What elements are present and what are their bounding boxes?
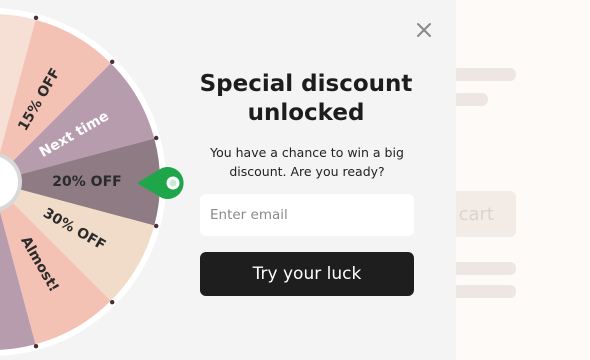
- popup-title-line2: unlocked: [247, 100, 365, 126]
- background-placeholder-bar: [452, 285, 516, 298]
- wheel-slice-label: 20% OFF: [52, 174, 121, 190]
- background-cart-label: cart: [458, 203, 494, 225]
- popup-subtitle: You have a chance to win a big discount.…: [196, 143, 418, 181]
- wheel-rim-dot: [110, 300, 115, 305]
- email-input[interactable]: [200, 194, 414, 236]
- popup-title-line1: Special discount: [199, 71, 413, 97]
- wheel-rim-dot: [154, 223, 159, 229]
- popup-subtitle-line2: discount. Are you ready?: [229, 164, 385, 179]
- popup-title: Special discount unlocked: [196, 70, 416, 128]
- wheel-rim-dot: [33, 344, 39, 349]
- wheel-rim-dot: [33, 15, 39, 20]
- try-your-luck-button[interactable]: Try your luck: [200, 252, 414, 296]
- wheel-pointer-inner-dot: [169, 179, 177, 187]
- background-placeholder-bar: [452, 68, 516, 81]
- wheel-rim-dot: [154, 135, 159, 141]
- background-placeholder-bar: [452, 93, 488, 106]
- close-icon: [417, 23, 431, 37]
- background-placeholder-bar: [452, 262, 516, 275]
- wheel-rim-dot: [110, 59, 115, 64]
- discount-popup: 15% OFF Next time 20% OFF 30% OFF Almost! Sp…: [0, 0, 456, 360]
- close-button[interactable]: [414, 20, 434, 40]
- popup-subtitle-line1: You have a chance to win a big: [210, 145, 404, 160]
